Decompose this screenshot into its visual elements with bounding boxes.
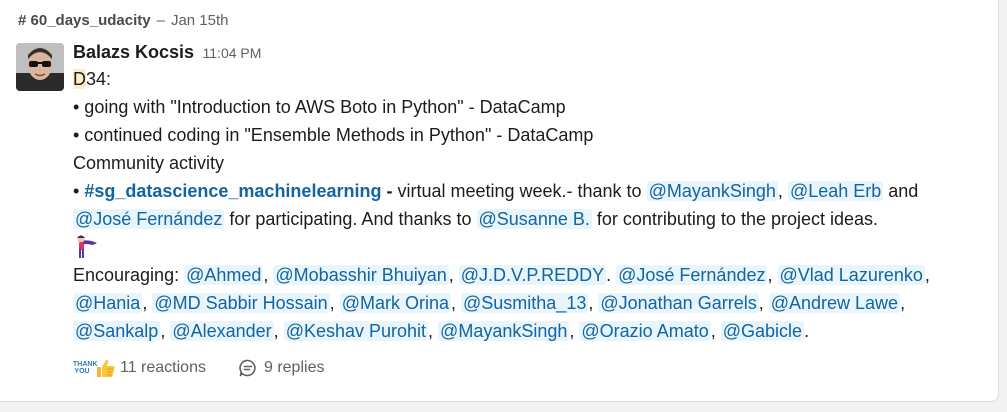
bullet-text-and: and xyxy=(883,181,919,201)
avatar[interactable] xyxy=(16,43,64,91)
speech-bubble-icon xyxy=(239,359,256,377)
user-mention[interactable]: @MD Sabbir Hossain xyxy=(152,293,330,313)
day-number: 34: xyxy=(86,69,112,89)
encouraging-label: Encouraging: xyxy=(73,265,185,285)
user-mention[interactable]: @Mobasshir Bhuiyan xyxy=(273,265,449,285)
user-mention[interactable]: @Keshav Purohit xyxy=(283,321,429,341)
message-meta: Balazs Kocsis 11:04 PM xyxy=(73,40,988,65)
thumbs-up-icon[interactable] xyxy=(94,357,116,379)
channel-link[interactable]: # 60_days_udacity xyxy=(18,12,151,29)
thanks-text: for participating. And thanks to xyxy=(224,209,477,229)
user-mention[interactable]: @Alexander xyxy=(170,321,274,341)
emoji-line xyxy=(73,233,988,261)
replies-button[interactable]: 9 replies xyxy=(238,358,324,378)
channel-header: # 60_days_udacity – Jan 15th xyxy=(18,11,228,31)
user-mention[interactable]: @Andrew Lawe xyxy=(768,293,901,313)
mention-separator: , xyxy=(777,181,788,201)
message-body: Balazs Kocsis 11:04 PM D34: • going with… xyxy=(73,40,988,345)
encouraging-line-1: Encouraging: @Ahmed, @Mobasshir Bhuiyan,… xyxy=(73,265,930,285)
bullet-line-3: • #sg_datascience_machinelearning - virt… xyxy=(73,177,988,205)
author-name[interactable]: Balazs Kocsis xyxy=(73,42,194,62)
user-avatar-icon xyxy=(16,43,64,91)
message-date[interactable]: Jan 15th xyxy=(171,12,229,29)
day-prefix-highlight: D xyxy=(73,69,86,89)
user-mention[interactable]: @Jonathan Garrels xyxy=(598,293,759,313)
user-mention[interactable]: @Hania xyxy=(73,293,143,313)
bullet-marker: • xyxy=(73,181,85,201)
user-mention[interactable]: @Mark Orina xyxy=(339,293,451,313)
replies-count: 9 replies xyxy=(263,359,325,376)
user-mention[interactable]: @Sankalp xyxy=(73,321,161,341)
user-mention[interactable]: @Leah Erb xyxy=(787,181,884,201)
user-mention[interactable]: @Susanne B. xyxy=(476,209,592,229)
message-footer: THANK YOU 11 reactions 9 replies xyxy=(73,356,324,380)
thank-you-sticker-icon[interactable]: THANK YOU xyxy=(73,361,98,375)
encouraging-line-2: @Hania, @MD Sabbir Hossain, @Mark Orina,… xyxy=(73,293,906,313)
reactions-count[interactable]: 11 reactions xyxy=(120,359,206,377)
bullet-dash: - xyxy=(381,181,398,201)
community-heading: Community activity xyxy=(73,153,225,173)
user-mention[interactable]: @MayankSingh xyxy=(646,181,778,201)
user-mention[interactable]: @Gabicle xyxy=(720,321,805,341)
user-mention[interactable]: @Vlad Lazurenko xyxy=(777,265,925,285)
bullet-text: virtual meeting week.- thank to xyxy=(397,181,647,201)
user-mention[interactable]: @Ahmed xyxy=(184,265,264,285)
day-line: D34: xyxy=(73,65,988,93)
message-card: # 60_days_udacity – Jan 15th Balazs Kocsis… xyxy=(0,0,999,402)
encouraging-line-3: @Sankalp, @Alexander, @Keshav Purohit, @… xyxy=(73,321,810,341)
user-mention[interactable]: @Susmitha_13 xyxy=(461,293,589,313)
user-mention[interactable]: @J.D.V.P.REDDY xyxy=(458,265,607,285)
message-time[interactable]: 11:04 PM xyxy=(203,45,262,61)
bullet-line-1: • going with "Introduction to AWS Boto i… xyxy=(73,97,566,117)
thanks-text-end: for contributing to the project ideas. xyxy=(591,209,879,229)
header-separator: – xyxy=(156,12,165,29)
user-mention[interactable]: @José Fernández xyxy=(616,265,768,285)
bullet-line-3-cont: @José Fernández for participating. And t… xyxy=(73,205,988,233)
user-mention[interactable]: @José Fernández xyxy=(73,209,225,229)
user-mention[interactable]: @MayankSingh xyxy=(438,321,570,341)
bullet-line-2: • continued coding in "Ensemble Methods … xyxy=(73,125,594,145)
superhero-emoji-icon[interactable] xyxy=(73,233,99,261)
user-mention[interactable]: @Orazio Amato xyxy=(579,321,711,341)
channel-mention[interactable]: #sg_datascience_machinelearning xyxy=(84,181,381,201)
